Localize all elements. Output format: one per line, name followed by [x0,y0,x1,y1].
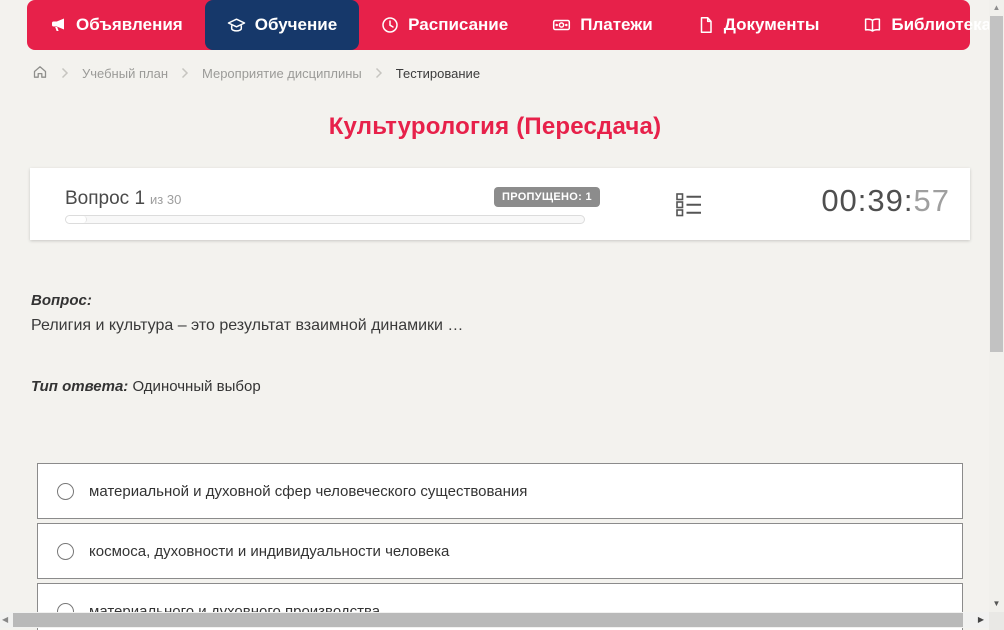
scroll-left-arrow-icon[interactable]: ◀ [2,615,8,624]
nav-item-label: Расписание [408,15,509,34]
scroll-down-arrow-icon[interactable]: ▼ [989,599,1004,608]
document-icon [697,16,715,34]
question-progress-fill [66,216,87,223]
home-icon[interactable] [32,64,48,83]
page-title: Культурология (Пересдача) [328,113,662,140]
question-label: Вопрос: [31,292,92,309]
nav-item-label: Документы [723,15,820,34]
graduation-cap-icon [227,16,246,34]
vertical-scrollbar[interactable]: ▲ ▼ [989,0,1004,612]
question-of-total: из 30 [150,192,182,207]
nav-item-label: Библиотека [891,15,992,34]
timer-main: 00:39: [821,183,914,218]
answer-type-value: Одиночный выбор [132,378,261,395]
nav-item-documents[interactable]: Документы [675,0,842,50]
nav-item-label: Обучение [254,15,338,34]
horizontal-scrollbar-thumb[interactable] [13,613,963,627]
megaphone-icon [49,16,67,34]
timer: 00:39:57 [821,183,950,219]
nav-item-education[interactable]: Обучение [204,0,360,50]
question-text: Религия и культура – это результат взаим… [31,317,464,334]
scroll-right-arrow-icon[interactable]: ▶ [978,615,984,624]
chevron-right-icon [181,67,189,79]
answer-option-2[interactable]: космоса, духовности и индивидуальности ч… [37,523,963,579]
open-book-icon [863,16,882,34]
nav-item-label: Платежи [580,15,653,34]
answer-option-text: материальной и духовной сфер человеческо… [89,482,528,500]
breadcrumb: Учебный план Мероприятие дисциплины Тест… [32,62,480,84]
answer-option-text: космоса, духовности и индивидуальности ч… [89,542,450,560]
horizontal-scrollbar[interactable]: ◀ ▶ [0,612,989,628]
vertical-scrollbar-thumb[interactable] [990,16,1003,352]
radio-button[interactable] [57,482,74,500]
question-list-icon [676,193,701,217]
breadcrumb-curriculum[interactable]: Учебный план [82,66,168,81]
chevron-right-icon [375,67,383,79]
answer-option-1[interactable]: материальной и духовной сфер человеческо… [37,463,963,519]
main-navbar: Объявления Обучение Расписание Платежи Д… [27,0,991,50]
breadcrumb-discipline-event[interactable]: Мероприятие дисциплины [202,66,362,81]
nav-item-library[interactable]: Библиотека [841,0,1004,50]
nav-item-schedule[interactable]: Расписание [359,0,530,50]
question-number-label: Вопрос 1 [65,188,146,209]
nav-item-payments[interactable]: Платежи [530,0,675,50]
answer-type-row: Тип ответа: Одиночный выбор [31,378,261,395]
chevron-right-icon [61,67,69,79]
breadcrumb-testing: Тестирование [395,65,481,81]
timer-seconds: 57 [913,183,950,218]
radio-button[interactable] [57,542,74,560]
question-header-panel: Вопрос 1 из 30 ПРОПУЩЕНО: 1 00:39:57 [30,168,970,240]
cash-icon [552,16,571,34]
clock-icon [381,16,399,34]
skipped-badge: ПРОПУЩЕНО: 1 [494,187,600,207]
nav-item-label: Объявления [76,15,183,34]
nav-item-announcements[interactable]: Объявления [27,0,205,50]
scrollbar-corner [989,612,1004,630]
question-list-button[interactable] [674,189,704,219]
scroll-up-arrow-icon[interactable]: ▲ [989,3,1004,12]
answer-type-label: Тип ответа: [31,378,129,395]
question-progress-bar [65,215,585,224]
question-number: Вопрос 1 из 30 [65,188,181,210]
